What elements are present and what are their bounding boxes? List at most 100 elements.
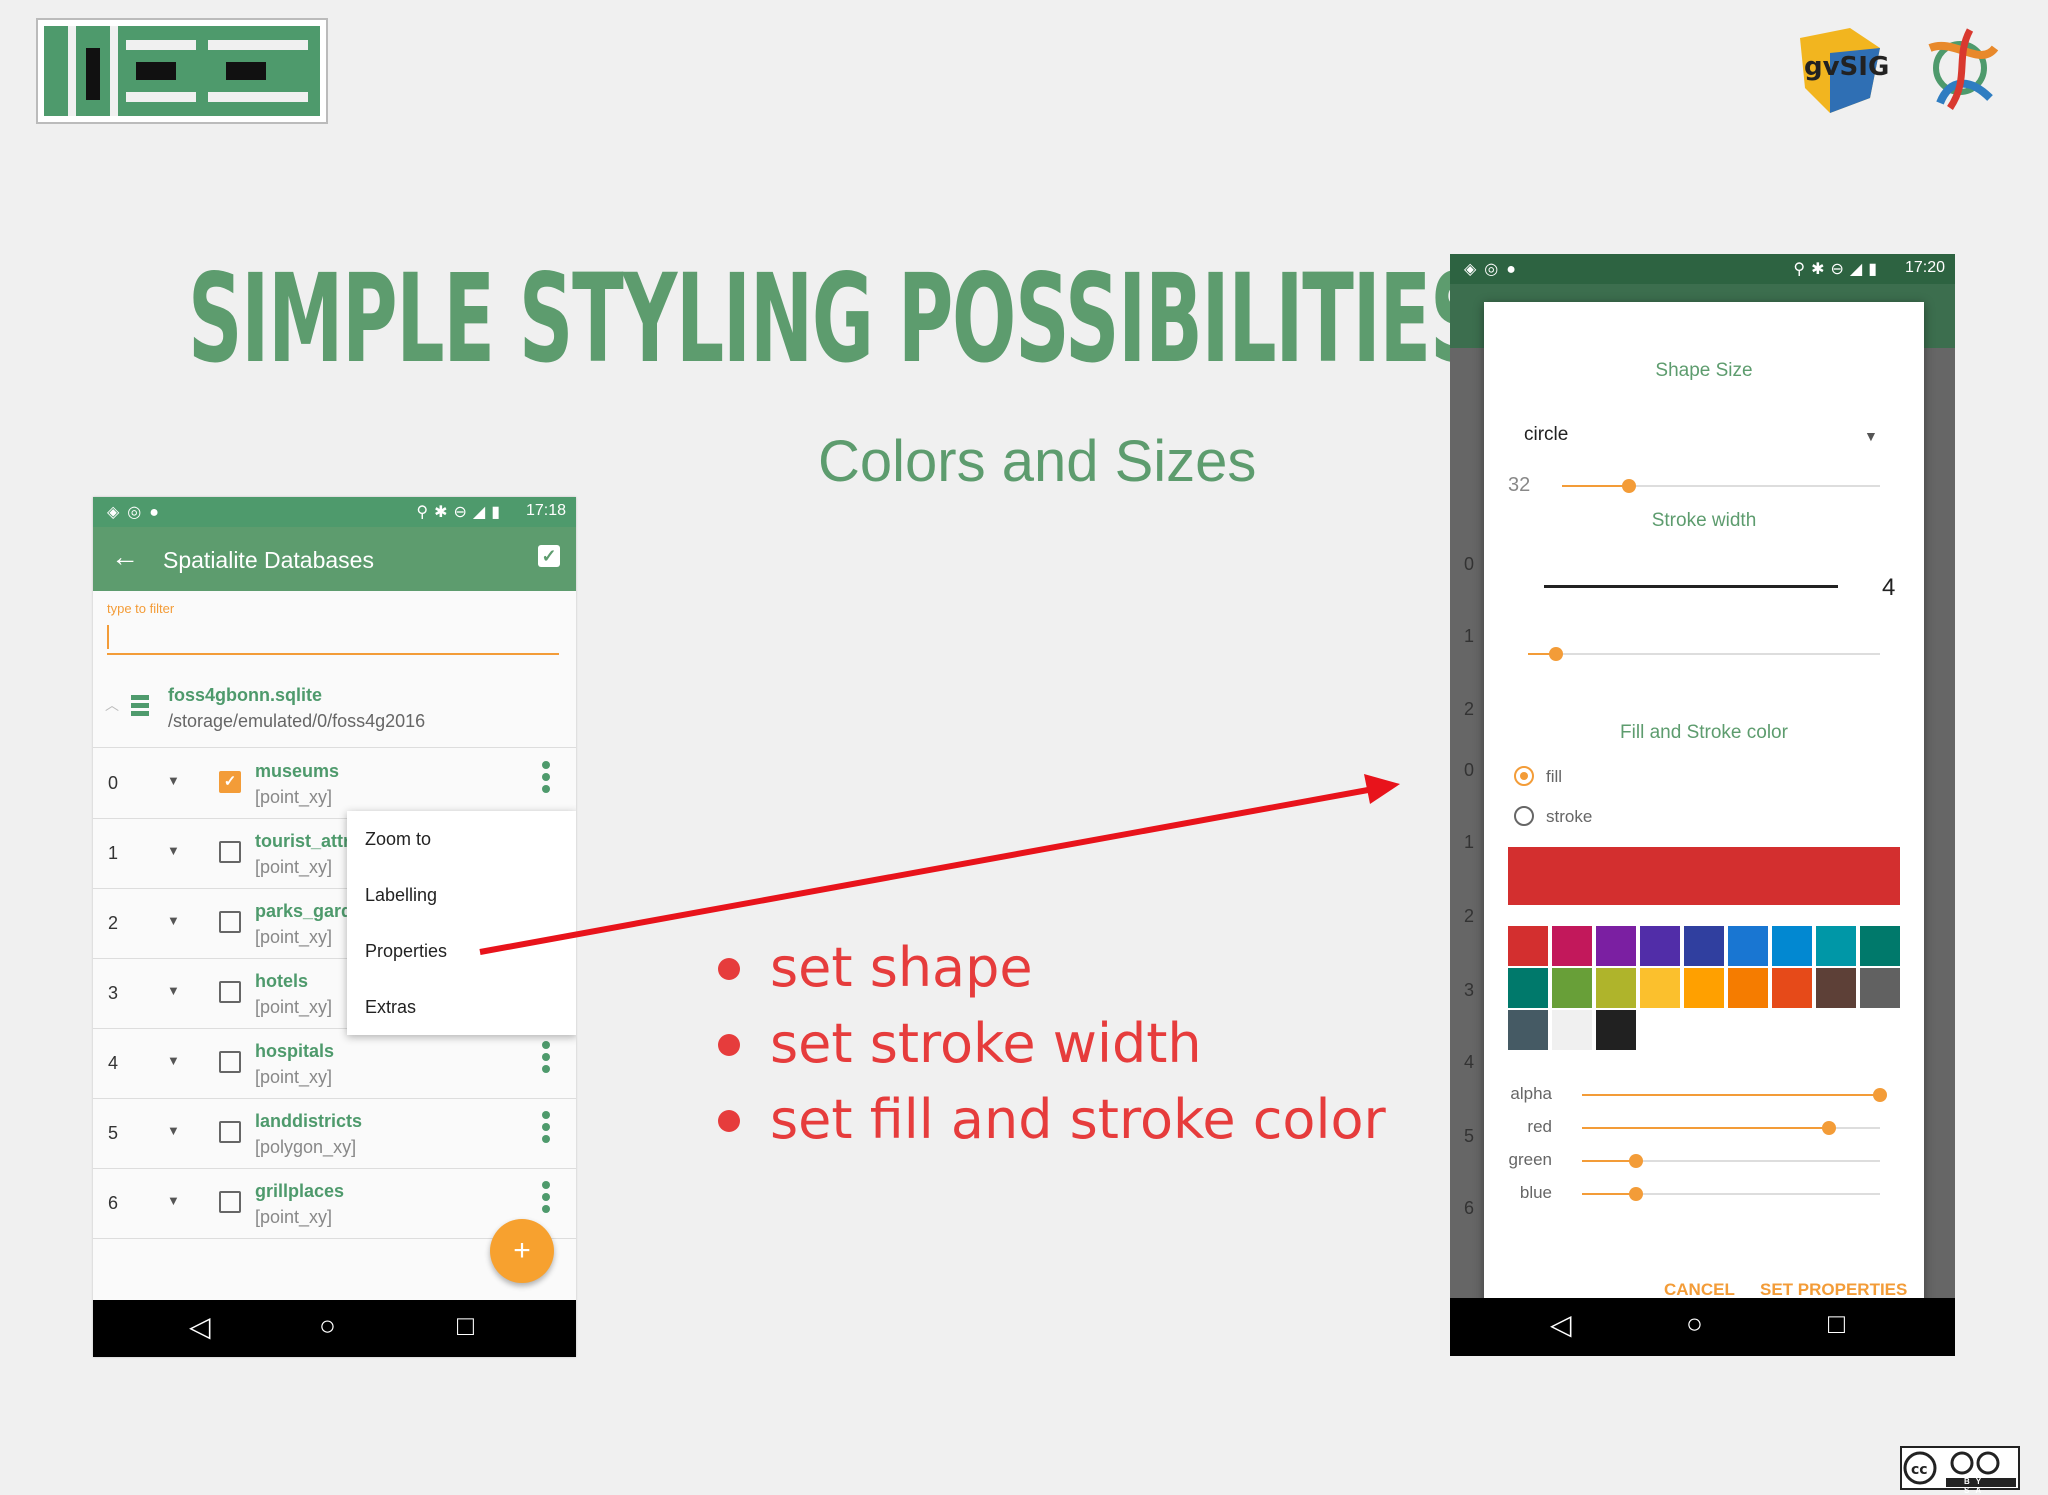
- row-more-icon[interactable]: [542, 1041, 550, 1077]
- color-swatch[interactable]: [1552, 926, 1592, 966]
- gvsig-wordmark: gvSIG: [1804, 52, 1890, 82]
- phone-screenshot-databases: ◈◎● ⚲✱⊖◢▮ 17:18 ← Spatialite Databases ✓…: [93, 497, 576, 1357]
- row-visibility-checkbox[interactable]: [219, 981, 241, 1003]
- slide-subtitle: Colors and Sizes: [818, 429, 1257, 494]
- dropdown-caret-icon[interactable]: ▼: [1864, 428, 1878, 444]
- argb-slider-thumb[interactable]: [1822, 1121, 1837, 1135]
- row-visibility-checkbox[interactable]: [219, 1051, 241, 1073]
- argb-slider-thumb[interactable]: [1628, 1154, 1643, 1168]
- argb-slider-thumb[interactable]: [1873, 1088, 1887, 1102]
- row-visibility-checkbox[interactable]: [219, 911, 241, 933]
- nav-home-icon[interactable]: ○: [1686, 1308, 1703, 1340]
- gvsig-logo: gvSIG: [1790, 18, 1890, 118]
- shape-size-slider-thumb[interactable]: [1621, 479, 1636, 493]
- table-row[interactable]: 0 ▼ ✓ museums [point_xy]: [93, 749, 576, 819]
- row-dropdown-icon[interactable]: ▼: [167, 773, 180, 788]
- color-swatch[interactable]: [1552, 1010, 1592, 1050]
- stroke-width-slider[interactable]: [1528, 653, 1880, 655]
- add-fab-button[interactable]: +: [490, 1219, 554, 1283]
- row-more-icon[interactable]: [542, 1111, 550, 1147]
- nav-back-icon[interactable]: ◁: [189, 1310, 211, 1343]
- phone-screenshot-style-dialog: ◈◎● ⚲✱⊖◢▮ 17:20 0 1 2 0 1 2 3 4 5 6 Shape Size ci…: [1450, 254, 1955, 1356]
- app-bar: ← Spatialite Databases ✓: [93, 527, 576, 591]
- color-swatch[interactable]: [1640, 968, 1680, 1008]
- menu-item-extras[interactable]: Extras: [347, 979, 576, 1035]
- filter-input[interactable]: [107, 619, 559, 655]
- color-swatch[interactable]: [1508, 968, 1548, 1008]
- argb-slider-thumb[interactable]: [1628, 1187, 1643, 1201]
- row-more-icon[interactable]: [542, 1181, 550, 1217]
- row-geometry-type: [point_xy]: [255, 857, 333, 877]
- color-swatch[interactable]: [1596, 1010, 1636, 1050]
- database-header[interactable]: ︿ foss4gbonn.sqlite /storage/emulated/0/…: [93, 671, 576, 748]
- back-arrow-icon[interactable]: ←: [111, 541, 139, 573]
- shape-select[interactable]: circle: [1524, 424, 1568, 446]
- color-swatch[interactable]: [1596, 968, 1636, 1008]
- color-swatch[interactable]: [1640, 926, 1680, 966]
- cc-license-text: BY SA: [1964, 1477, 1988, 1495]
- color-swatch[interactable]: [1772, 926, 1812, 966]
- color-swatch[interactable]: [1552, 968, 1592, 1008]
- nav-home-icon[interactable]: ○: [319, 1310, 336, 1342]
- nav-back-icon[interactable]: ◁: [1550, 1308, 1572, 1341]
- color-swatch[interactable]: [1684, 968, 1724, 1008]
- color-swatch[interactable]: [1728, 926, 1768, 966]
- row-visibility-checkbox[interactable]: [219, 841, 241, 863]
- argb-slider[interactable]: [1582, 1193, 1880, 1195]
- row-visibility-checkbox[interactable]: [219, 1191, 241, 1213]
- color-swatch[interactable]: [1596, 926, 1636, 966]
- shape-size-slider[interactable]: [1562, 485, 1880, 487]
- set-properties-button[interactable]: SET PROPERTIES: [1760, 1280, 1907, 1300]
- row-dropdown-icon[interactable]: ▼: [167, 983, 180, 998]
- stroke-radio[interactable]: [1514, 806, 1534, 826]
- select-all-checkbox-icon[interactable]: ✓: [538, 545, 560, 567]
- row-dropdown-icon[interactable]: ▼: [167, 913, 180, 928]
- row-dropdown-icon[interactable]: ▼: [167, 1123, 180, 1138]
- slider-fill: [1582, 1160, 1636, 1162]
- bullet-list: set shape set stroke width set fill and …: [712, 930, 1386, 1158]
- notification-icons: ◈◎●: [107, 504, 167, 521]
- menu-item-properties[interactable]: Properties: [347, 923, 576, 979]
- color-swatch[interactable]: [1860, 968, 1900, 1008]
- row-dropdown-icon[interactable]: ▼: [167, 843, 180, 858]
- row-index: 2: [108, 913, 119, 933]
- argb-slider[interactable]: [1582, 1160, 1880, 1162]
- slider-fill: [1582, 1193, 1636, 1195]
- row-dropdown-icon[interactable]: ▼: [167, 1193, 180, 1208]
- color-swatch[interactable]: [1816, 968, 1856, 1008]
- menu-item-labelling[interactable]: Labelling: [347, 867, 576, 923]
- color-swatch[interactable]: [1816, 926, 1856, 966]
- row-dropdown-icon[interactable]: ▼: [167, 1053, 180, 1068]
- row-table-name: hospitals: [255, 1041, 335, 1061]
- collapse-chevron-icon[interactable]: ︿: [105, 695, 119, 715]
- row-geometry-type: [point_xy]: [255, 1207, 333, 1227]
- color-swatch[interactable]: [1508, 926, 1548, 966]
- fill-radio[interactable]: [1514, 766, 1534, 786]
- android-nav-bar: ◁ ○ □: [93, 1300, 576, 1357]
- table-row[interactable]: 5 ▼ landdistricts [polygon_xy]: [93, 1099, 576, 1169]
- nav-recents-icon[interactable]: □: [457, 1310, 474, 1342]
- row-visibility-checkbox[interactable]: [219, 1121, 241, 1143]
- stroke-width-slider-thumb[interactable]: [1549, 647, 1564, 661]
- status-bar: ◈◎● ⚲✱⊖◢▮ 17:20: [1450, 254, 1955, 284]
- database-path: /storage/emulated/0/foss4g2016: [168, 711, 426, 731]
- color-swatch[interactable]: [1728, 968, 1768, 1008]
- color-swatch[interactable]: [1684, 926, 1724, 966]
- slider-fill: [1582, 1127, 1830, 1129]
- row-visibility-checkbox[interactable]: ✓: [219, 771, 241, 793]
- bullet-item: set shape: [712, 930, 1386, 1006]
- stroke-width-preview: [1544, 585, 1838, 588]
- style-properties-dialog: Shape Size circle ▼ 32 Stroke width 4 Fi…: [1484, 302, 1924, 1328]
- bullet-dot-icon: [718, 1034, 740, 1056]
- color-swatch[interactable]: [1508, 1010, 1548, 1050]
- menu-item-zoom-to[interactable]: Zoom to: [347, 811, 576, 867]
- nav-recents-icon[interactable]: □: [1828, 1308, 1845, 1340]
- color-swatch[interactable]: [1860, 926, 1900, 966]
- argb-slider[interactable]: [1582, 1094, 1880, 1096]
- cancel-button[interactable]: CANCEL: [1664, 1280, 1735, 1300]
- slider-fill: [1562, 485, 1629, 487]
- color-swatch[interactable]: [1772, 968, 1812, 1008]
- row-index: 5: [108, 1123, 119, 1143]
- table-row[interactable]: 4 ▼ hospitals [point_xy]: [93, 1029, 576, 1099]
- row-more-icon[interactable]: [542, 761, 550, 797]
